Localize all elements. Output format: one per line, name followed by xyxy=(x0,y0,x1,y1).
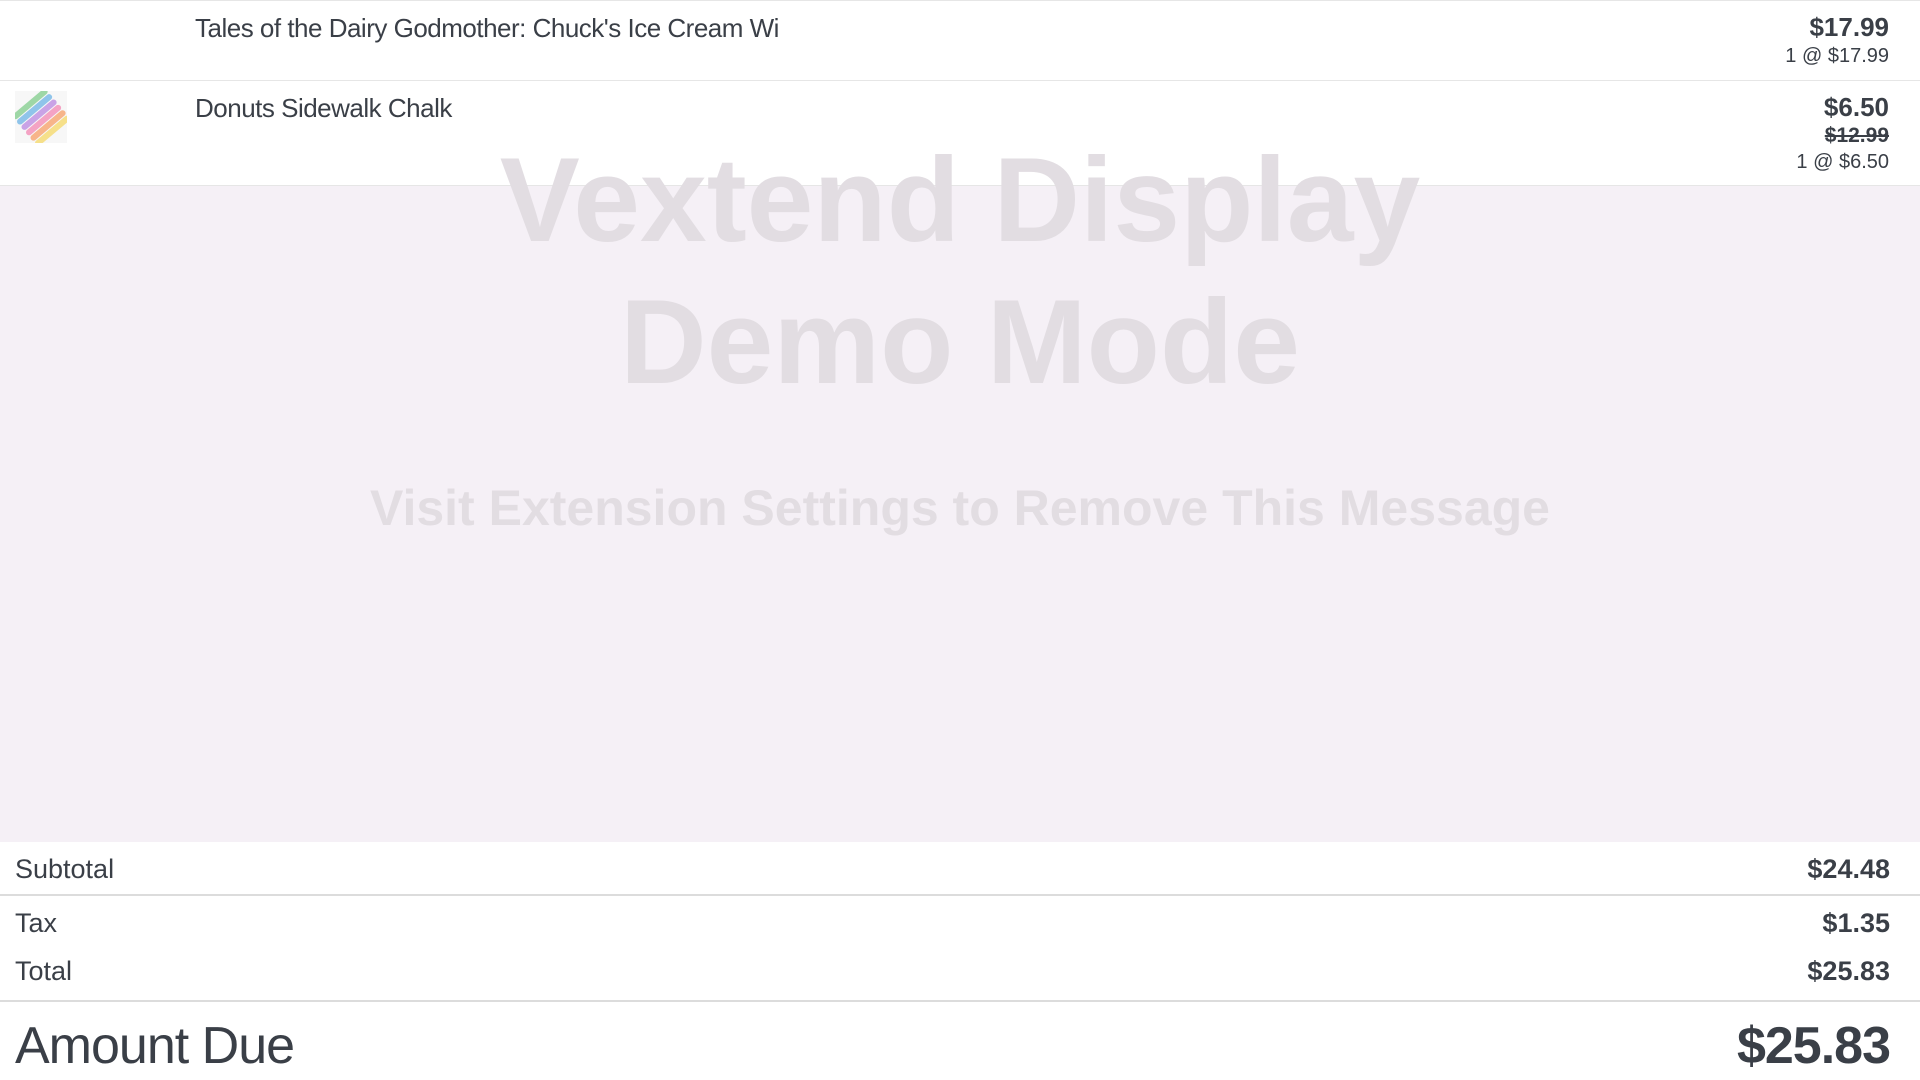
amount-due-row: Amount Due $25.83 xyxy=(0,1004,1920,1080)
totals-panel: Subtotal $24.48 Tax $1.35 Total $25.83 A… xyxy=(0,842,1920,1080)
amount-due-value: $25.83 xyxy=(1736,1017,1891,1075)
line-item-original-price: $12.99 xyxy=(1824,124,1889,147)
subtotal-value: $24.48 xyxy=(1807,854,1890,884)
line-item-price: $17.99 xyxy=(1809,12,1889,42)
tax-label: Tax xyxy=(15,908,58,938)
demo-watermark-mode: Demo Mode xyxy=(619,275,1301,409)
total-label: Total xyxy=(15,956,73,986)
line-item: Donuts Sidewalk Chalk $6.50 $12.99 1 @ $… xyxy=(0,81,1920,186)
line-item-quantity: 1 @ $6.50 xyxy=(1796,151,1889,173)
line-items-list: Tales of the Dairy Godmother: Chuck's Ic… xyxy=(0,0,1920,186)
total-row: Total $25.83 xyxy=(0,950,1920,1002)
subtotal-row: Subtotal $24.48 xyxy=(0,842,1920,896)
line-item-name: Tales of the Dairy Godmother: Chuck's Ic… xyxy=(195,13,779,43)
line-item: Tales of the Dairy Godmother: Chuck's Ic… xyxy=(0,0,1920,81)
line-item-quantity: 1 @ $17.99 xyxy=(1785,45,1889,67)
amount-due-label: Amount Due xyxy=(15,1017,295,1075)
customer-display-screen: Tales of the Dairy Godmother: Chuck's Ic… xyxy=(0,0,1920,1080)
tax-row: Tax $1.35 xyxy=(0,898,1920,950)
line-item-prices: $17.99 1 @ $17.99 xyxy=(1785,11,1889,69)
tax-value: $1.35 xyxy=(1822,908,1890,938)
total-value: $25.83 xyxy=(1807,956,1890,986)
subtotal-label: Subtotal xyxy=(15,854,115,884)
sidewalk-chalk-thumbnail xyxy=(15,91,67,143)
line-item-name: Donuts Sidewalk Chalk xyxy=(195,93,452,123)
demo-watermark-message: Visit Extension Settings to Remove This … xyxy=(370,480,1550,536)
line-item-prices: $6.50 $12.99 1 @ $6.50 xyxy=(1796,91,1889,175)
line-item-price: $6.50 xyxy=(1823,92,1889,122)
